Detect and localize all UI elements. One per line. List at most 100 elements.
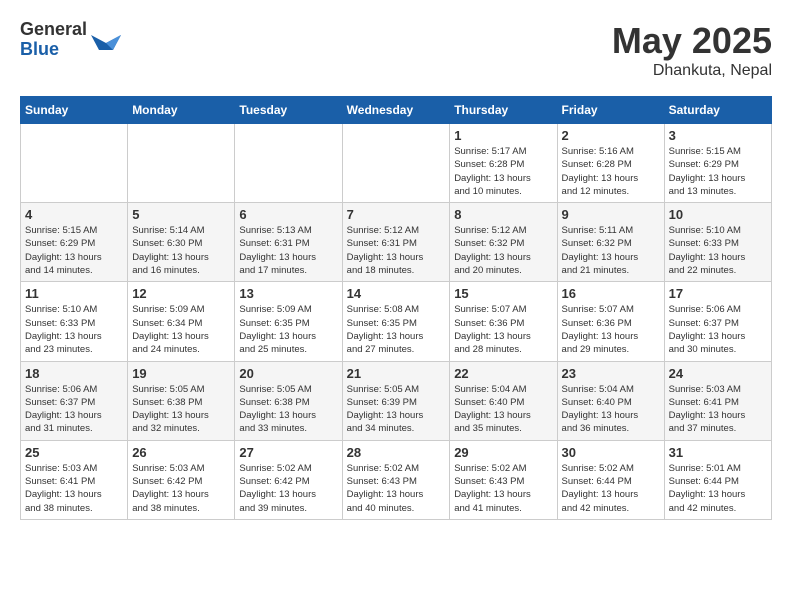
- day-number: 7: [347, 207, 446, 222]
- week-row-2: 4 Sunrise: 5:15 AMSunset: 6:29 PMDaylight…: [21, 203, 772, 282]
- table-row: 30Sunrise: 5:02 AMSunset: 6:44 PMDayligh…: [557, 440, 664, 519]
- week-row-3: 11 Sunrise: 5:10 AMSunset: 6:33 PMDayligh…: [21, 282, 772, 361]
- day-number: 19: [132, 366, 230, 381]
- day-info: Sunrise: 5:05 AMSunset: 6:39 PMDaylight:…: [347, 383, 446, 436]
- table-row: 3Sunrise: 5:15 AMSunset: 6:29 PMDaylight…: [664, 124, 771, 203]
- table-row: 10 Sunrise: 5:10 AMSunset: 6:33 PMDayligh…: [664, 203, 771, 282]
- month-title: May 2025: [612, 20, 772, 62]
- table-row: 19 Sunrise: 5:05 AMSunset: 6:38 PMDayligh…: [128, 361, 235, 440]
- day-info: Sunrise: 5:05 AMSunset: 6:38 PMDaylight:…: [239, 383, 337, 436]
- col-wednesday: Wednesday: [342, 97, 450, 124]
- table-row: 31 Sunrise: 5:01 AMSunset: 6:44 PMDayligh…: [664, 440, 771, 519]
- day-number: 13: [239, 286, 337, 301]
- table-row: [128, 124, 235, 203]
- table-row: 7 Sunrise: 5:12 AMSunset: 6:31 PMDaylight…: [342, 203, 450, 282]
- col-friday: Friday: [557, 97, 664, 124]
- day-info: Sunrise: 5:04 AMSunset: 6:40 PMDaylight:…: [454, 383, 552, 436]
- day-info: Sunrise: 5:02 AMSunset: 6:44 PMDaylight:…: [562, 462, 660, 515]
- table-row: 14 Sunrise: 5:08 AMSunset: 6:35 PMDayligh…: [342, 282, 450, 361]
- day-number: 20: [239, 366, 337, 381]
- day-number: 10: [669, 207, 767, 222]
- day-info: Sunrise: 5:07 AMSunset: 6:36 PMDaylight:…: [454, 303, 552, 356]
- title-block: May 2025 Dhankuta, Nepal: [612, 20, 772, 80]
- day-info: Sunrise: 5:05 AMSunset: 6:38 PMDaylight:…: [132, 383, 230, 436]
- day-info: Sunrise: 5:09 AMSunset: 6:34 PMDaylight:…: [132, 303, 230, 356]
- col-tuesday: Tuesday: [235, 97, 342, 124]
- week-row-1: 1Sunrise: 5:17 AMSunset: 6:28 PMDaylight…: [21, 124, 772, 203]
- day-info: Sunrise: 5:10 AMSunset: 6:33 PMDaylight:…: [669, 224, 767, 277]
- day-number: 21: [347, 366, 446, 381]
- day-number: 6: [239, 207, 337, 222]
- table-row: 22Sunrise: 5:04 AMSunset: 6:40 PMDayligh…: [450, 361, 557, 440]
- day-number: 16: [562, 286, 660, 301]
- table-row: 4 Sunrise: 5:15 AMSunset: 6:29 PMDaylight…: [21, 203, 128, 282]
- table-row: 29Sunrise: 5:02 AMSunset: 6:43 PMDayligh…: [450, 440, 557, 519]
- day-info: Sunrise: 5:15 AMSunset: 6:29 PMDaylight:…: [25, 224, 123, 277]
- col-sunday: Sunday: [21, 97, 128, 124]
- table-row: [342, 124, 450, 203]
- table-row: 23Sunrise: 5:04 AMSunset: 6:40 PMDayligh…: [557, 361, 664, 440]
- week-row-5: 25 Sunrise: 5:03 AMSunset: 6:41 PMDayligh…: [21, 440, 772, 519]
- day-number: 27: [239, 445, 337, 460]
- table-row: 28 Sunrise: 5:02 AMSunset: 6:43 PMDayligh…: [342, 440, 450, 519]
- day-number: 26: [132, 445, 230, 460]
- day-info: Sunrise: 5:03 AMSunset: 6:41 PMDaylight:…: [669, 383, 767, 436]
- table-row: 12 Sunrise: 5:09 AMSunset: 6:34 PMDayligh…: [128, 282, 235, 361]
- calendar-header-row: Sunday Monday Tuesday Wednesday Thursday…: [21, 97, 772, 124]
- table-row: 17 Sunrise: 5:06 AMSunset: 6:37 PMDayligh…: [664, 282, 771, 361]
- logo-blue: Blue: [20, 40, 87, 60]
- day-number: 17: [669, 286, 767, 301]
- col-thursday: Thursday: [450, 97, 557, 124]
- logo-text: General Blue: [20, 20, 87, 60]
- day-number: 12: [132, 286, 230, 301]
- table-row: 5 Sunrise: 5:14 AMSunset: 6:30 PMDaylight…: [128, 203, 235, 282]
- table-row: 26Sunrise: 5:03 AMSunset: 6:42 PMDayligh…: [128, 440, 235, 519]
- day-info: Sunrise: 5:12 AMSunset: 6:32 PMDaylight:…: [454, 224, 552, 277]
- day-info: Sunrise: 5:02 AMSunset: 6:43 PMDaylight:…: [347, 462, 446, 515]
- table-row: 2Sunrise: 5:16 AMSunset: 6:28 PMDaylight…: [557, 124, 664, 203]
- day-number: 28: [347, 445, 446, 460]
- day-info: Sunrise: 5:03 AMSunset: 6:41 PMDaylight:…: [25, 462, 123, 515]
- day-info: Sunrise: 5:06 AMSunset: 6:37 PMDaylight:…: [669, 303, 767, 356]
- day-info: Sunrise: 5:01 AMSunset: 6:44 PMDaylight:…: [669, 462, 767, 515]
- day-number: 5: [132, 207, 230, 222]
- col-monday: Monday: [128, 97, 235, 124]
- day-info: Sunrise: 5:02 AMSunset: 6:42 PMDaylight:…: [239, 462, 337, 515]
- calendar-table: Sunday Monday Tuesday Wednesday Thursday…: [20, 96, 772, 520]
- day-number: 18: [25, 366, 123, 381]
- table-row: 15 Sunrise: 5:07 AMSunset: 6:36 PMDayligh…: [450, 282, 557, 361]
- table-row: 24 Sunrise: 5:03 AMSunset: 6:41 PMDayligh…: [664, 361, 771, 440]
- table-row: 8 Sunrise: 5:12 AMSunset: 6:32 PMDaylight…: [450, 203, 557, 282]
- day-number: 14: [347, 286, 446, 301]
- table-row: [235, 124, 342, 203]
- day-info: Sunrise: 5:02 AMSunset: 6:43 PMDaylight:…: [454, 462, 552, 515]
- table-row: 16 Sunrise: 5:07 AMSunset: 6:36 PMDayligh…: [557, 282, 664, 361]
- day-number: 24: [669, 366, 767, 381]
- day-info: Sunrise: 5:15 AMSunset: 6:29 PMDaylight:…: [669, 145, 767, 198]
- day-info: Sunrise: 5:12 AMSunset: 6:31 PMDaylight:…: [347, 224, 446, 277]
- table-row: 1Sunrise: 5:17 AMSunset: 6:28 PMDaylight…: [450, 124, 557, 203]
- day-number: 31: [669, 445, 767, 460]
- table-row: 21 Sunrise: 5:05 AMSunset: 6:39 PMDayligh…: [342, 361, 450, 440]
- day-number: 4: [25, 207, 123, 222]
- logo-icon: [91, 25, 121, 55]
- location: Dhankuta, Nepal: [612, 62, 772, 80]
- day-info: Sunrise: 5:11 AMSunset: 6:32 PMDaylight:…: [562, 224, 660, 277]
- logo: General Blue: [20, 20, 121, 60]
- day-info: Sunrise: 5:14 AMSunset: 6:30 PMDaylight:…: [132, 224, 230, 277]
- table-row: 25 Sunrise: 5:03 AMSunset: 6:41 PMDayligh…: [21, 440, 128, 519]
- day-info: Sunrise: 5:08 AMSunset: 6:35 PMDaylight:…: [347, 303, 446, 356]
- table-row: 13Sunrise: 5:09 AMSunset: 6:35 PMDayligh…: [235, 282, 342, 361]
- day-number: 8: [454, 207, 552, 222]
- day-info: Sunrise: 5:06 AMSunset: 6:37 PMDaylight:…: [25, 383, 123, 436]
- week-row-4: 18 Sunrise: 5:06 AMSunset: 6:37 PMDayligh…: [21, 361, 772, 440]
- col-saturday: Saturday: [664, 97, 771, 124]
- day-number: 2: [562, 128, 660, 143]
- day-info: Sunrise: 5:07 AMSunset: 6:36 PMDaylight:…: [562, 303, 660, 356]
- day-number: 23: [562, 366, 660, 381]
- day-info: Sunrise: 5:17 AMSunset: 6:28 PMDaylight:…: [454, 145, 552, 198]
- day-number: 25: [25, 445, 123, 460]
- day-info: Sunrise: 5:10 AMSunset: 6:33 PMDaylight:…: [25, 303, 123, 356]
- day-number: 15: [454, 286, 552, 301]
- day-number: 11: [25, 286, 123, 301]
